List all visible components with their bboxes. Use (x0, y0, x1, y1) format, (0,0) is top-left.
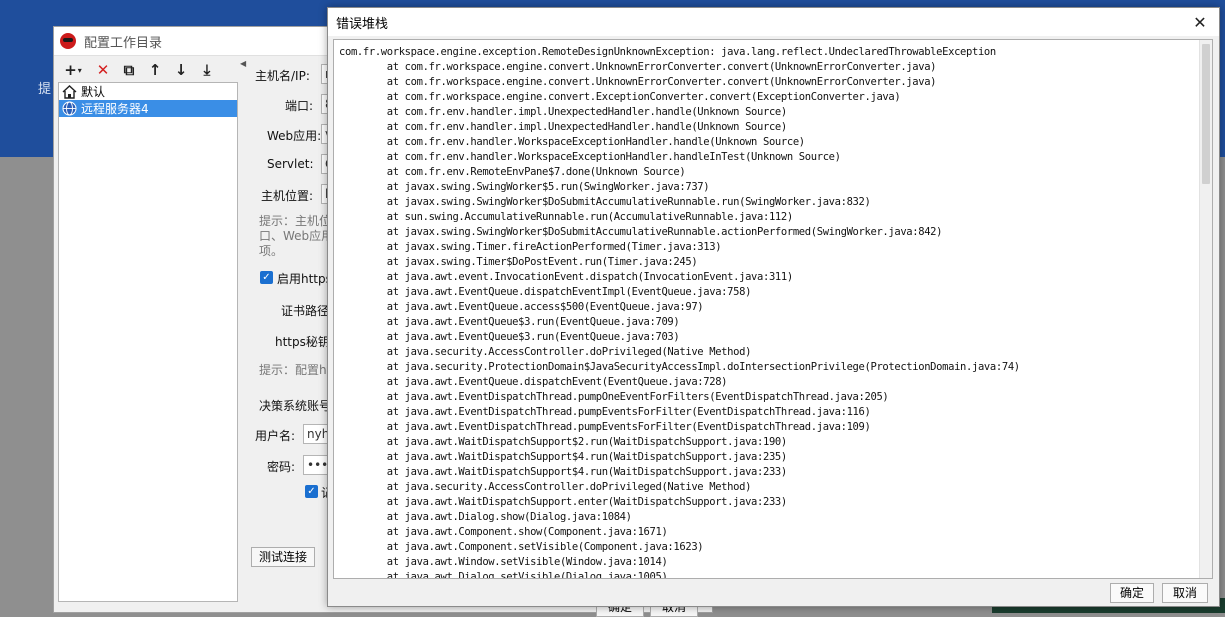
move-up-button[interactable]: ↑ (144, 60, 166, 80)
stack-trace-text: com.fr.workspace.engine.exception.Remote… (339, 45, 1199, 579)
stack-trace-line: at javax.swing.SwingWorker$5.run(SwingWo… (339, 181, 710, 193)
workspace-tree[interactable]: 默认 远程服务器4 (58, 82, 238, 602)
stack-trace-line: com.fr.workspace.engine.exception.Remote… (339, 46, 996, 58)
stack-trace-line: at com.fr.workspace.engine.convert.Excep… (339, 91, 901, 103)
servlet-label: Servlet: (267, 157, 314, 171)
decision-account-label: 决策系统账号 (259, 399, 332, 413)
stack-trace-line: at java.awt.Dialog.setVisible(Dialog.jav… (339, 571, 668, 579)
stack-trace-line: at java.awt.EventDispatchThread.pumpEven… (339, 421, 871, 433)
hint-line-2: 口、Web应用 (259, 229, 334, 243)
stack-trace-line: at java.awt.event.InvocationEvent.dispat… (339, 271, 793, 283)
stack-trace-line: at com.fr.env.RemoteEnvPane$7.done(Unkno… (339, 166, 686, 178)
stack-trace-textarea[interactable]: com.fr.workspace.engine.exception.Remote… (333, 39, 1213, 579)
tree-toolbar: + ▾ ✕ ⧉ ↑ ↓ ⤓ (58, 59, 218, 81)
stack-trace-line: at com.fr.env.handler.impl.UnexpectedHan… (339, 106, 787, 118)
scrollbar-thumb[interactable] (1202, 44, 1210, 184)
stack-trace-line: at java.awt.EventDispatchThread.pumpEven… (339, 406, 871, 418)
stack-trace-line: at java.awt.Component.setVisible(Compone… (339, 541, 704, 553)
stack-trace-line: at java.security.AccessController.doPriv… (339, 481, 752, 493)
stack-trace-line: at javax.swing.SwingWorker$DoSubmitAccum… (339, 196, 871, 208)
error-stack-dialog: 错误堆栈 ✕ com.fr.workspace.engine.exception… (327, 7, 1220, 607)
stack-trace-line: at java.awt.EventQueue.dispatchEventImpl… (339, 286, 752, 298)
app-logo-icon (60, 33, 76, 49)
stack-trace-line: at java.awt.EventQueue.dispatchEvent(Eve… (339, 376, 728, 388)
move-bottom-button[interactable]: ⤓ (196, 60, 218, 80)
stack-trace-line: at java.awt.WaitDispatchSupport$4.run(Wa… (339, 451, 787, 463)
plus-icon: + (64, 61, 77, 79)
arrow-down-icon: ↓ (174, 61, 188, 79)
dropdown-arrow-icon: ▾ (77, 65, 82, 75)
stack-trace-line: at javax.swing.SwingWorker$DoSubmitAccum… (339, 226, 943, 238)
stack-trace-line: at com.fr.workspace.engine.convert.Unkno… (339, 61, 937, 73)
stack-trace-line: at java.awt.EventQueue$3.run(EventQueue.… (339, 331, 680, 343)
ok-button[interactable]: 确定 (1110, 583, 1154, 603)
enable-https-checkbox[interactable]: ✓ (260, 271, 273, 284)
vertical-scrollbar[interactable] (1199, 40, 1212, 578)
host-location-label: 主机位置: (261, 189, 314, 203)
copy-button[interactable]: ⧉ (118, 60, 140, 80)
stack-trace-line: at java.security.ProtectionDomain$JavaSe… (339, 361, 1020, 373)
error-dialog-titlebar[interactable]: 错误堆栈 ✕ (328, 8, 1219, 36)
password-label: 密码: (267, 460, 296, 474)
cert-path-label: 证书路径 (281, 304, 330, 318)
stack-trace-line: at java.awt.EventQueue.access$500(EventQ… (339, 301, 704, 313)
config-window-title: 配置工作目录 (84, 35, 163, 51)
delete-button[interactable]: ✕ (92, 60, 114, 80)
collapse-arrow-icon[interactable]: ◀ (240, 59, 246, 68)
hint-https: 提示：配置ht (259, 363, 332, 377)
stack-trace-line: at com.fr.env.handler.WorkspaceException… (339, 151, 841, 163)
username-label: 用户名: (255, 429, 296, 443)
port-label: 端口: (285, 99, 314, 113)
stack-trace-line: at com.fr.workspace.engine.convert.Unkno… (339, 76, 937, 88)
stack-trace-line: at java.awt.WaitDispatchSupport$4.run(Wa… (339, 466, 787, 478)
copy-icon: ⧉ (123, 61, 135, 79)
host-label: 主机名/IP: (255, 69, 310, 83)
stack-trace-line: at java.awt.EventQueue$3.run(EventQueue.… (339, 316, 680, 328)
desktop-text: 提 (38, 82, 52, 97)
globe-icon (61, 101, 77, 116)
stack-trace-line: at java.awt.WaitDispatchSupport$2.run(Wa… (339, 436, 787, 448)
error-dialog-title: 错误堆栈 (336, 16, 389, 32)
home-icon (61, 84, 77, 99)
stack-trace-line: at java.awt.Dialog.show(Dialog.java:1084… (339, 511, 632, 523)
https-key-label: https秘钥 (275, 335, 330, 349)
stack-trace-line: at com.fr.env.handler.impl.UnexpectedHan… (339, 121, 787, 133)
add-button[interactable]: + ▾ (58, 60, 88, 80)
stack-trace-line: at java.awt.EventDispatchThread.pumpOneE… (339, 391, 889, 403)
move-down-button[interactable]: ↓ (170, 60, 192, 80)
move-bottom-icon: ⤓ (203, 61, 211, 79)
stack-trace-line: at javax.swing.Timer$DoPostEvent.run(Tim… (339, 256, 698, 268)
server-form: 主机名/IP: n 端口: 8 Web应用: v Servlet: C 主机位置… (247, 57, 341, 607)
tree-item-label: 默认 (81, 85, 106, 99)
stack-trace-line: at sun.swing.AccumulativeRunnable.run(Ac… (339, 211, 793, 223)
hint-line-1: 提示：主机位 (259, 214, 332, 228)
stack-trace-line: at java.awt.WaitDispatchSupport.enter(Wa… (339, 496, 787, 508)
stack-trace-line: at javax.swing.Timer.fireActionPerformed… (339, 241, 722, 253)
stack-trace-line: at java.awt.Component.show(Component.jav… (339, 526, 668, 538)
delete-icon: ✕ (96, 61, 110, 79)
stack-trace-line: at java.awt.Window.setVisible(Window.jav… (339, 556, 668, 568)
tree-item-remote-server[interactable]: 远程服务器4 (59, 100, 237, 117)
enable-https-label: 启用https (277, 272, 332, 286)
test-connection-button[interactable]: 测试连接 (251, 547, 315, 567)
cancel-button[interactable]: 取消 (1162, 583, 1208, 603)
remember-checkbox[interactable]: ✓ (305, 485, 318, 498)
arrow-up-icon: ↑ (148, 61, 162, 79)
hint-line-3: 项。 (259, 244, 284, 258)
stack-trace-line: at com.fr.env.handler.WorkspaceException… (339, 136, 805, 148)
stack-trace-line: at java.security.AccessController.doPriv… (339, 346, 752, 358)
close-icon[interactable]: ✕ (1189, 13, 1211, 32)
tree-item-label: 远程服务器4 (81, 102, 149, 116)
tree-item-default[interactable]: 默认 (59, 83, 237, 100)
webapp-label: Web应用: (267, 129, 322, 143)
